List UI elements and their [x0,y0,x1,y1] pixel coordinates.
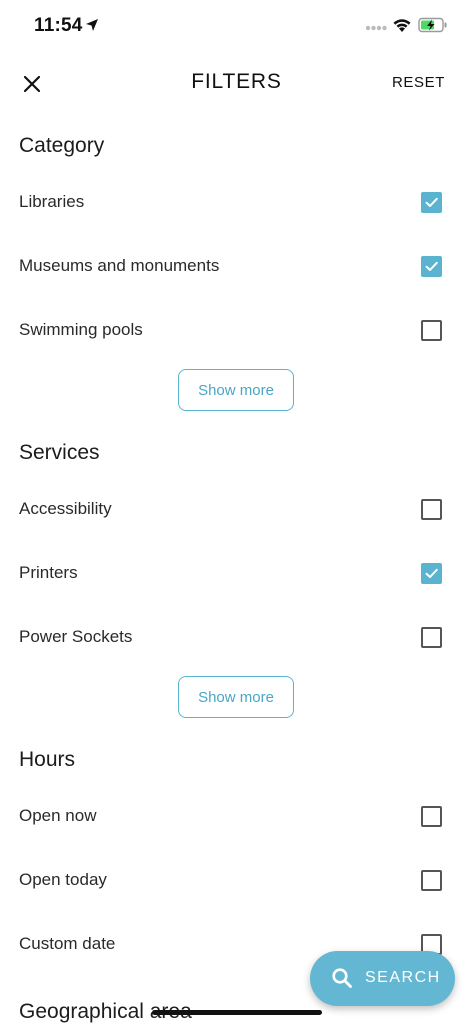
search-icon [332,968,352,988]
filter-option-power-sockets[interactable]: Power Sockets [0,617,473,657]
section-title-services: Services [19,441,100,464]
option-label: Custom date [19,934,116,953]
section-title-hours: Hours [19,748,76,771]
filter-option-open-today[interactable]: Open today [0,860,473,900]
home-indicator[interactable] [152,1010,322,1015]
status-bar: 11:54 [0,0,473,52]
checkmark-icon [425,197,438,207]
reset-button[interactable]: RESET [392,74,445,91]
filter-option-libraries[interactable]: Libraries [0,182,473,222]
option-label: Open now [19,806,97,825]
checkbox-museums[interactable] [421,256,442,277]
option-label: Power Sockets [19,627,133,646]
header-bar: FILTERS RESET [0,60,473,108]
option-label: Libraries [19,192,85,211]
filter-option-open-now[interactable]: Open now [0,796,473,836]
wifi-icon [393,19,411,32]
filter-option-museums[interactable]: Museums and monuments [0,246,473,286]
option-label: Swimming pools [19,320,143,339]
checkmark-icon [425,568,438,578]
section-title-category: Category [19,134,105,157]
checkbox-printers[interactable] [421,563,442,584]
option-label: Museums and monuments [19,256,220,275]
checkbox-accessibility[interactable] [421,499,442,520]
battery-charging-icon [418,17,447,33]
location-arrow-icon [86,19,98,31]
checkbox-libraries[interactable] [421,192,442,213]
filter-option-accessibility[interactable]: Accessibility [0,489,473,529]
show-more-services-button[interactable]: Show more [178,676,294,718]
option-label: Accessibility [19,499,112,518]
filter-option-swimming-pools[interactable]: Swimming pools [0,310,473,350]
show-more-category-button[interactable]: Show more [178,369,294,411]
checkbox-open-today[interactable] [421,870,442,891]
search-button-label: SEARCH [365,969,441,986]
status-time: 11:54 [34,15,83,36]
checkmark-icon [425,261,438,271]
option-label: Open today [19,870,107,889]
filter-option-printers[interactable]: Printers [0,553,473,593]
checkbox-swimming-pools[interactable] [421,320,442,341]
checkbox-power-sockets[interactable] [421,627,442,648]
cellular-signal-icon [365,25,387,31]
checkbox-open-now[interactable] [421,806,442,827]
search-button[interactable]: SEARCH [310,951,455,1006]
option-label: Printers [19,563,78,582]
